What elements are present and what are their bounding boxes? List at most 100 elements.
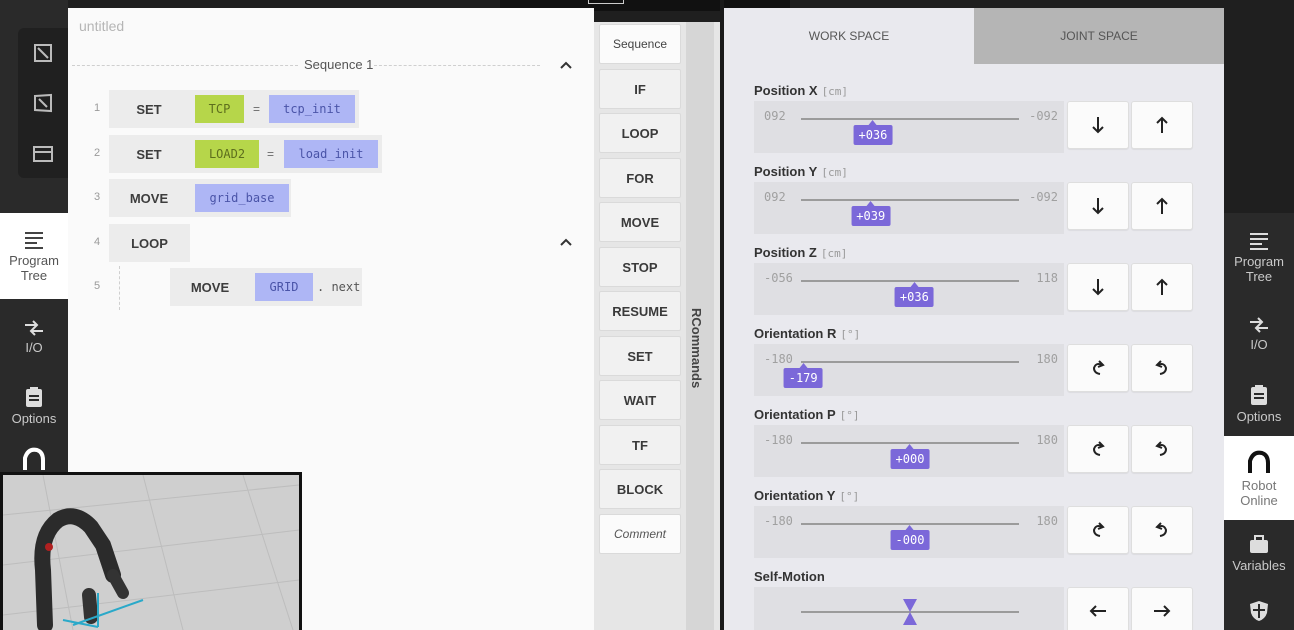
cmd-resume[interactable]: RESUME — [599, 291, 681, 331]
range-min: 092 — [764, 109, 786, 123]
value-chip[interactable]: load_init — [284, 140, 378, 168]
tab-joint-space[interactable]: JOINT SPACE — [974, 8, 1224, 64]
nav-label: Options — [11, 411, 57, 426]
cmd-comment[interactable]: Comment — [599, 514, 681, 554]
command-keyword: MOVE — [190, 279, 230, 295]
open-project-icon[interactable] — [32, 42, 54, 64]
robot-arm-model — [34, 508, 144, 630]
robot-arm-icon — [1245, 449, 1273, 475]
cmd-tf[interactable]: TF — [599, 425, 681, 465]
cmd-wait[interactable]: WAIT — [599, 380, 681, 420]
axis-label: Orientation P [°] — [754, 407, 860, 422]
axis-slider[interactable]: -180 180 +000 — [754, 425, 1064, 477]
cmd-set[interactable]: SET — [599, 336, 681, 376]
slider-value[interactable]: -179 — [783, 363, 823, 388]
cmd-for[interactable]: FOR — [599, 158, 681, 198]
cmd-block[interactable]: BLOCK — [599, 469, 681, 509]
right-nav-robot-online[interactable]: Robot Online — [1224, 436, 1294, 520]
self-motion-slider[interactable] — [754, 587, 1064, 630]
variable-chip[interactable]: LOAD2 — [195, 140, 259, 168]
self-motion-plus-button[interactable] — [1131, 587, 1193, 630]
jog-plus-button[interactable] — [1131, 263, 1193, 311]
program-line[interactable]: 1 SET TCP = tcp_init — [68, 90, 368, 128]
slider-value[interactable]: +000 — [890, 444, 930, 469]
left-nav-io[interactable]: I/O — [0, 305, 68, 369]
axis-slider[interactable]: -180 180 -000 — [754, 506, 1064, 558]
cmd-loop[interactable]: LOOP — [599, 113, 681, 153]
variable-chip[interactable]: TCP — [195, 95, 244, 123]
hourglass-handle-icon[interactable] — [902, 598, 918, 626]
sequence-title[interactable]: Sequence 1 — [300, 57, 378, 72]
arrow-down-icon — [1092, 116, 1104, 134]
jog-minus-button[interactable] — [1067, 182, 1129, 230]
io-icon — [1248, 316, 1270, 334]
program-line[interactable]: 2 SET LOAD2 = load_init — [68, 135, 388, 173]
jog-plus-button[interactable] — [1131, 182, 1193, 230]
jog-minus-button[interactable] — [1067, 344, 1129, 392]
cmd-stop[interactable]: STOP — [599, 247, 681, 287]
rotate-ccw-icon — [1154, 359, 1170, 377]
self-motion-control: Self-Motion — [754, 569, 1194, 630]
right-nav-program-tree[interactable]: Program Tree — [1224, 217, 1294, 297]
robot-arm-icon[interactable] — [20, 446, 48, 472]
value-chip[interactable]: grid_base — [195, 184, 289, 212]
collapse-loop-icon[interactable] — [559, 237, 573, 247]
cmd-move[interactable]: MOVE — [599, 202, 681, 242]
save-project-icon[interactable] — [32, 142, 54, 164]
axis-slider[interactable]: 092 -092 +039 — [754, 182, 1064, 234]
rcommands-tab[interactable]: RCommands — [686, 22, 714, 630]
axis-control: Position Y [cm] 092 -092 +039 — [754, 164, 1194, 244]
nav-label: I/O — [25, 340, 43, 355]
axis-slider[interactable]: 092 -092 +036 — [754, 101, 1064, 153]
robot-3d-viewport[interactable] — [0, 472, 302, 630]
jog-plus-button[interactable] — [1131, 344, 1193, 392]
self-motion-minus-button[interactable] — [1067, 587, 1129, 630]
axis-slider[interactable]: -056 118 +036 — [754, 263, 1064, 315]
right-nav-variables[interactable]: Variables — [1224, 522, 1294, 586]
right-nav-rail: Program Tree I/O Options Robot Online Va… — [1224, 0, 1294, 630]
jog-minus-button[interactable] — [1067, 506, 1129, 554]
jog-minus-button[interactable] — [1067, 425, 1129, 473]
document-title[interactable]: untitled — [79, 18, 124, 34]
program-line[interactable]: 4 LOOP — [68, 224, 268, 262]
axis-unit: [°] — [839, 490, 860, 503]
rotate-cw-icon — [1090, 359, 1106, 377]
import-project-icon[interactable] — [32, 92, 54, 114]
variable-chip[interactable]: GRID — [255, 273, 313, 301]
axis-unit: [cm] — [821, 166, 848, 179]
slider-value[interactable]: -000 — [890, 525, 930, 550]
left-nav-program-tree[interactable]: Program Tree — [0, 213, 68, 299]
left-nav-options[interactable]: Options — [0, 374, 68, 438]
top-bar-handle[interactable] — [588, 0, 624, 4]
viewport-canvas[interactable] — [3, 475, 299, 630]
axis-slider[interactable]: -180 180 -179 — [754, 344, 1064, 396]
jog-plus-button[interactable] — [1131, 506, 1193, 554]
cmd-if[interactable]: IF — [599, 69, 681, 109]
axis-name: Position Z — [754, 245, 817, 260]
slider-value[interactable]: +039 — [851, 201, 891, 226]
axis-label: Self-Motion — [754, 569, 825, 584]
collapse-sequence-icon[interactable] — [559, 60, 573, 70]
range-max: 180 — [1036, 514, 1058, 528]
program-line[interactable]: 3 MOVE grid_base — [68, 179, 308, 217]
right-nav-io[interactable]: I/O — [1224, 302, 1294, 366]
nav-label: Variables — [1232, 558, 1286, 573]
command-keyword[interactable]: LOOP — [109, 224, 190, 262]
range-min: -180 — [764, 433, 793, 447]
jog-minus-button[interactable] — [1067, 101, 1129, 149]
value-chip[interactable]: tcp_init — [269, 95, 355, 123]
jog-plus-button[interactable] — [1131, 425, 1193, 473]
jog-minus-button[interactable] — [1067, 263, 1129, 311]
divider — [72, 65, 298, 66]
shield-icon[interactable] — [1249, 600, 1269, 622]
jog-panel: WORK SPACE JOINT SPACE Position X [cm] 092… — [724, 8, 1224, 630]
program-line[interactable]: 5 MOVE GRID . next — [68, 268, 368, 306]
cmd-sequence[interactable]: Sequence — [599, 24, 681, 64]
jog-plus-button[interactable] — [1131, 101, 1193, 149]
tab-work-space[interactable]: WORK SPACE — [724, 8, 974, 64]
slider-value[interactable]: +036 — [853, 120, 893, 145]
right-nav-options[interactable]: Options — [1224, 372, 1294, 436]
nav-label: Options — [1236, 409, 1282, 424]
sequence-header: Sequence 1 — [72, 57, 542, 73]
slider-value[interactable]: +036 — [894, 282, 934, 307]
